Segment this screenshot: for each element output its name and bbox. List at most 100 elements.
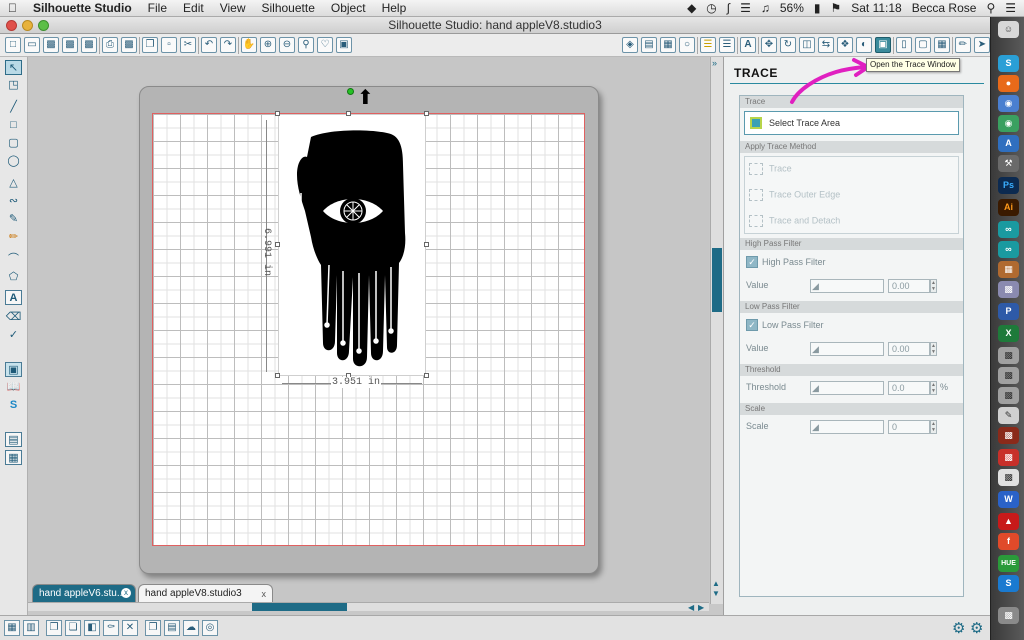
slider-thumb-icon[interactable]: ◢ xyxy=(812,281,819,292)
tab-hand-applev8[interactable]: hand appleV8.studio3 x xyxy=(138,584,273,602)
draw-window-icon[interactable]: ▣ xyxy=(5,362,22,377)
dropbox-icon[interactable]: ◆ xyxy=(687,1,696,15)
scale-slider[interactable]: ◢ xyxy=(810,420,884,434)
replicate-icon[interactable]: ❖ xyxy=(837,37,853,53)
high-value-input[interactable]: 0.00 xyxy=(888,279,930,293)
tab-hand-applev6[interactable]: hand appleV6.stu... x xyxy=(32,584,136,602)
duplicate-icon[interactable]: ❐ xyxy=(145,620,161,636)
close-window-button[interactable] xyxy=(6,20,17,31)
handle-top-right[interactable] xyxy=(424,111,429,116)
menu-edit[interactable]: Edit xyxy=(175,1,212,15)
new-doc-icon[interactable]: □ xyxy=(5,37,21,53)
zoom-out-icon[interactable]: ⊖ xyxy=(279,37,295,53)
copy-icon[interactable]: ❐ xyxy=(142,37,158,53)
flash-icon[interactable]: f xyxy=(998,533,1019,550)
rectangle-tool-icon[interactable]: □ xyxy=(5,118,22,133)
low-value-slider[interactable]: ◢ xyxy=(810,342,884,356)
pen-tool-icon[interactable]: ✎ xyxy=(5,212,22,227)
settings-gear-icon[interactable]: ⚙ xyxy=(952,619,965,637)
line-tool-icon[interactable]: ╱ xyxy=(5,100,22,115)
panel-expand-icon[interactable]: » xyxy=(712,58,717,68)
preview-icon[interactable]: ▩ xyxy=(998,281,1019,298)
knife-tool-icon[interactable]: ✓ xyxy=(5,328,22,343)
undo-icon[interactable]: ↶ xyxy=(201,37,217,53)
handle-left[interactable] xyxy=(275,242,280,247)
slider-thumb-icon[interactable]: ◢ xyxy=(812,344,819,355)
photo-booth-icon[interactable]: ▩ xyxy=(998,427,1019,444)
handle-right[interactable] xyxy=(424,242,429,247)
apple-icon[interactable]:  xyxy=(0,1,25,15)
ellipse-tool-icon[interactable]: ◯ xyxy=(5,154,22,169)
online-store-icon[interactable]: S xyxy=(5,398,22,413)
rotation-handle[interactable] xyxy=(347,88,354,95)
acrobat-icon[interactable]: ▲ xyxy=(998,513,1019,530)
cut-settings-icon[interactable]: ▢ xyxy=(915,37,931,53)
handle-top[interactable] xyxy=(346,111,351,116)
vertical-scrollbar[interactable]: » ▲ ▼ xyxy=(710,57,723,604)
handle-bottom-left[interactable] xyxy=(275,373,280,378)
bring-to-front-icon[interactable]: ◧ xyxy=(84,620,100,636)
scale-input[interactable]: 0 xyxy=(888,420,930,434)
menu-silhouette[interactable]: Silhouette xyxy=(254,1,323,15)
trace-window-icon[interactable]: ▣ xyxy=(875,37,891,53)
clock[interactable]: Sat 11:18 xyxy=(851,1,901,15)
low-value-input[interactable]: 0.00 xyxy=(888,342,930,356)
release-compound-icon[interactable]: ❏ xyxy=(65,620,81,636)
pan-hand-icon[interactable]: ✋ xyxy=(241,37,257,53)
menu-object[interactable]: Object xyxy=(323,1,374,15)
handle-top-left[interactable] xyxy=(275,111,280,116)
rotate-icon[interactable]: ↻ xyxy=(780,37,796,53)
page-setup-icon[interactable]: ▯ xyxy=(896,37,912,53)
photoshop-icon[interactable]: Ps xyxy=(998,177,1019,194)
fit-to-page-icon[interactable]: ▣ xyxy=(336,37,352,53)
scroll-right-icon[interactable]: ▶ xyxy=(698,603,704,612)
eraser-tool-icon[interactable]: ⌫ xyxy=(5,310,22,325)
system-app-icon[interactable]: ▩ xyxy=(998,367,1019,384)
utility-app-icon[interactable]: ⚒ xyxy=(998,155,1019,172)
text-tool-icon[interactable]: A xyxy=(5,290,22,305)
textedit-icon[interactable]: ✎ xyxy=(998,407,1019,424)
low-pass-checkbox[interactable]: ✓ xyxy=(746,319,758,331)
slider-thumb-icon[interactable]: ◢ xyxy=(812,383,819,394)
high-value-slider[interactable]: ◢ xyxy=(810,279,884,293)
word-icon[interactable]: W xyxy=(998,491,1019,508)
spotlight-icon[interactable]: ⚲ xyxy=(986,1,995,15)
drag-zoom-icon[interactable]: ♡ xyxy=(317,37,333,53)
trace-method-trace[interactable]: Trace xyxy=(749,163,792,175)
move-icon[interactable]: ⇆ xyxy=(818,37,834,53)
print-icon[interactable]: ⎙ xyxy=(102,37,118,53)
safari-icon[interactable]: ◉ xyxy=(998,95,1019,112)
regular-polygon-icon[interactable]: ⬠ xyxy=(5,270,22,285)
grid-settings-icon[interactable]: ▦ xyxy=(934,37,950,53)
pencil-tool-icon[interactable]: ✏ xyxy=(5,230,22,245)
threshold-spinner[interactable]: ▲ ▼ xyxy=(930,381,937,395)
illustrator-icon[interactable]: Ai xyxy=(998,199,1019,216)
group-icon[interactable]: ▦ xyxy=(4,620,20,636)
text-style-icon[interactable]: A xyxy=(740,37,756,53)
scale-icon[interactable]: ◫ xyxy=(799,37,815,53)
skype-icon[interactable]: S xyxy=(998,575,1019,592)
calendar-icon[interactable]: ▩ xyxy=(998,449,1019,466)
image-capture-icon[interactable]: ▩ xyxy=(998,347,1019,364)
cut-icon[interactable]: ✂ xyxy=(180,37,196,53)
offset-icon[interactable]: ◎ xyxy=(202,620,218,636)
trash-icon[interactable]: ▩ xyxy=(998,607,1019,624)
pattern-icon[interactable]: ▦ xyxy=(660,37,676,53)
silhouette-app-icon[interactable]: S xyxy=(998,55,1019,72)
traced-image[interactable] xyxy=(278,114,426,376)
battery-percent[interactable]: 56% xyxy=(780,1,804,15)
system-app-2-icon[interactable]: ▩ xyxy=(998,387,1019,404)
handle-bottom-right[interactable] xyxy=(424,373,429,378)
hue-app-icon[interactable]: HUE xyxy=(998,555,1019,572)
line-color-icon[interactable]: ☰ xyxy=(700,37,716,53)
photo-app-icon[interactable]: ▦ xyxy=(998,261,1019,278)
send-to-cutter-icon[interactable]: ▩ xyxy=(121,37,137,53)
tab-close-icon[interactable]: x xyxy=(262,585,267,603)
scroll-left-icon[interactable]: ◀ xyxy=(688,603,694,612)
tab-close-icon[interactable]: x xyxy=(121,588,131,598)
threshold-slider[interactable]: ◢ xyxy=(810,381,884,395)
flag-icon[interactable]: ⚑ xyxy=(830,1,841,15)
threshold-input[interactable]: 0.0 xyxy=(888,381,930,395)
open-folder-icon[interactable]: ▭ xyxy=(24,37,40,53)
time-machine-icon[interactable]: ◷ xyxy=(706,1,716,15)
